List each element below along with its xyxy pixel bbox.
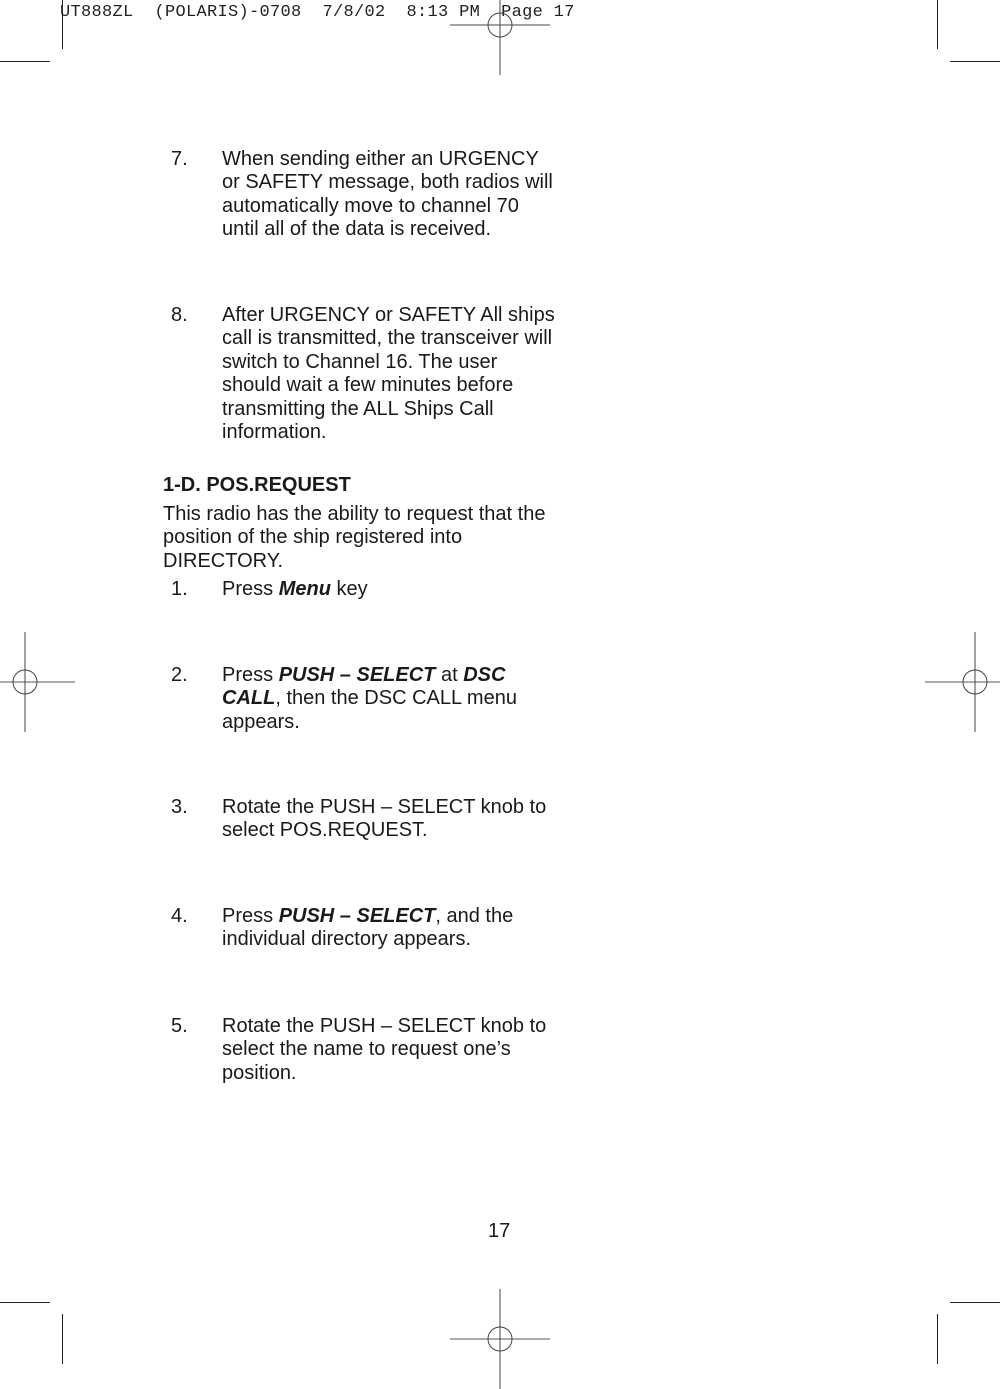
item-number: 8. bbox=[171, 304, 188, 326]
registration-mark-top-icon bbox=[450, 0, 550, 75]
dsc-call-label: DSC bbox=[463, 664, 506, 686]
section-heading: 1-D. POS.REQUEST bbox=[163, 474, 351, 496]
item-line: or SAFETY message, both radios will bbox=[222, 171, 553, 194]
crop-mark-top-left-v bbox=[62, 0, 63, 49]
item-line: call is transmitted, the transceiver wil… bbox=[222, 327, 553, 350]
step-text: select the name to request one’s bbox=[222, 1038, 511, 1061]
item-line: until all of the data is received. bbox=[222, 218, 492, 241]
registration-mark-right-icon bbox=[925, 632, 1000, 732]
crop-mark-top-left-h bbox=[0, 61, 50, 62]
page-number: 17 bbox=[488, 1220, 511, 1242]
registration-mark-bottom-icon bbox=[450, 1289, 550, 1389]
step-text: at bbox=[435, 664, 464, 686]
intro-line: DIRECTORY. bbox=[163, 549, 284, 572]
crop-mark-bottom-right-v bbox=[937, 1314, 938, 1364]
push-select-label: PUSH – SELECT bbox=[278, 664, 436, 686]
crop-mark-bottom-right-h bbox=[950, 1302, 1000, 1303]
crop-mark-top-right-v bbox=[937, 0, 938, 49]
item-line: After URGENCY or SAFETY All ships bbox=[222, 304, 555, 326]
step-text: appears. bbox=[222, 710, 300, 733]
step-text: , then the DSC CALL menu bbox=[275, 687, 517, 710]
push-select-label: PUSH – SELECT bbox=[278, 905, 436, 927]
item-line: automatically move to channel 70 bbox=[222, 194, 519, 217]
crop-mark-top-right-h bbox=[950, 61, 1000, 62]
step-text: individual directory appears. bbox=[222, 928, 472, 951]
step-text: select POS.REQUEST. bbox=[222, 819, 428, 842]
crop-mark-bottom-left-h bbox=[0, 1302, 50, 1303]
item-line: switch to Channel 16. The user bbox=[222, 350, 498, 373]
crop-mark-bottom-left-v bbox=[62, 1314, 63, 1364]
intro-line: position of the ship registered into bbox=[163, 526, 463, 549]
menu-key-label: Menu bbox=[278, 578, 331, 600]
registration-mark-left-icon bbox=[0, 632, 75, 732]
item-line: should wait a few minutes before bbox=[222, 374, 514, 397]
dsc-call-label: CALL bbox=[222, 687, 276, 710]
step-number: 1. bbox=[171, 578, 188, 600]
item-line: transmitting the ALL Ships Call bbox=[222, 397, 494, 420]
step-text: key bbox=[330, 578, 368, 600]
step-number: 2. bbox=[171, 664, 188, 686]
step-text: Rotate the PUSH – SELECT knob to bbox=[222, 1015, 547, 1037]
item-line: When sending either an URGENCY bbox=[222, 148, 539, 170]
item-number: 7. bbox=[171, 148, 188, 170]
section-intro: This radio has the ability to request th… bbox=[163, 503, 583, 573]
step-text: Press bbox=[222, 578, 279, 600]
intro-line: This radio has the ability to request th… bbox=[163, 503, 546, 525]
step-number: 4. bbox=[171, 905, 188, 927]
step-number: 3. bbox=[171, 796, 188, 818]
step-text: , and the bbox=[435, 905, 514, 927]
step-text: Press bbox=[222, 905, 279, 927]
step-number: 5. bbox=[171, 1015, 188, 1037]
step-text: position. bbox=[222, 1061, 297, 1084]
step-text: Rotate the PUSH – SELECT knob to bbox=[222, 796, 547, 818]
step-text: Press bbox=[222, 664, 279, 686]
item-line: information. bbox=[222, 421, 327, 444]
